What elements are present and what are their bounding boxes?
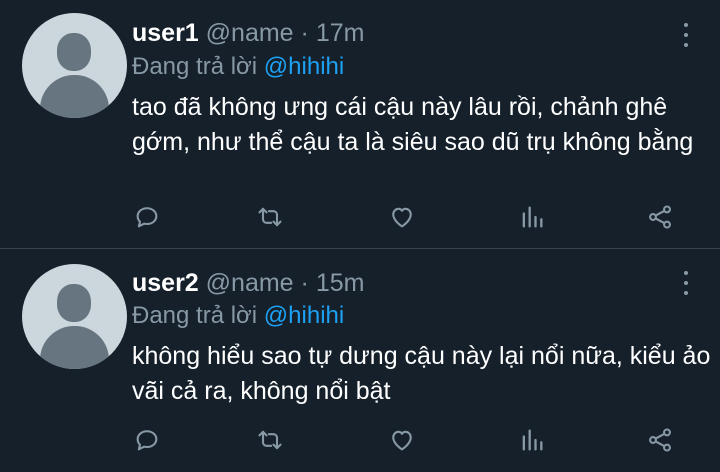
replying-to: Đang trả lời @hihihi — [132, 301, 344, 331]
replying-to: Đang trả lời @hihihi — [132, 52, 344, 82]
reply-button[interactable] — [131, 424, 163, 456]
views-button[interactable] — [516, 424, 548, 456]
timeline: user1 @name · 17m Đang trả lời @hihihi t… — [0, 0, 720, 472]
share-button[interactable] — [644, 201, 676, 233]
avatar-body — [40, 75, 109, 118]
tweet[interactable]: user1 @name · 17m Đang trả lời @hihihi t… — [0, 0, 720, 249]
like-button[interactable] — [386, 424, 418, 456]
tweet-actions — [0, 201, 720, 237]
avatar[interactable] — [22, 264, 127, 369]
more-options-icon[interactable] — [679, 23, 693, 47]
more-options-icon[interactable] — [679, 271, 693, 295]
username[interactable]: user1 — [132, 19, 199, 47]
reply-icon — [136, 430, 158, 451]
reply-prefix: Đang trả lời — [132, 53, 258, 80]
like-button[interactable] — [386, 201, 418, 233]
tweet-header: user1 @name · 17m — [132, 18, 364, 48]
views-button[interactable] — [516, 201, 548, 233]
avatar-body — [40, 326, 109, 369]
share-icon — [649, 205, 671, 229]
retweet-icon — [258, 207, 282, 227]
views-icon — [522, 206, 543, 228]
like-icon — [392, 207, 412, 228]
tweet-actions — [0, 424, 720, 460]
timestamp[interactable]: 15m — [316, 269, 365, 297]
share-icon — [649, 428, 671, 452]
share-button[interactable] — [644, 424, 676, 456]
tweet-header: user2 @name · 15m — [132, 268, 364, 298]
username[interactable]: user2 — [132, 269, 199, 297]
separator: · — [300, 269, 309, 297]
like-icon — [392, 430, 412, 451]
retweet-button[interactable] — [254, 424, 286, 456]
retweet-button[interactable] — [254, 201, 286, 233]
reply-to-link[interactable]: @hihihi — [264, 53, 344, 80]
handle[interactable]: @name — [206, 269, 294, 297]
reply-icon — [136, 207, 158, 228]
avatar-head — [57, 284, 91, 322]
views-icon — [522, 429, 543, 451]
tweet-text: không hiểu sao tự dưng cậu này lại nổi n… — [132, 342, 711, 405]
reply-to-link[interactable]: @hihihi — [264, 302, 344, 329]
handle[interactable]: @name — [206, 19, 294, 47]
timestamp[interactable]: 17m — [316, 19, 365, 47]
avatar-head — [57, 33, 91, 71]
avatar[interactable] — [22, 13, 127, 118]
tweet[interactable]: user2 @name · 15m Đang trả lời @hihihi k… — [0, 249, 720, 472]
retweet-icon — [258, 430, 282, 450]
tweet-text: tao đã không ưng cái cậu này lâu rồi, ch… — [132, 93, 694, 156]
separator: · — [300, 19, 309, 47]
reply-prefix: Đang trả lời — [132, 302, 258, 329]
reply-button[interactable] — [131, 201, 163, 233]
